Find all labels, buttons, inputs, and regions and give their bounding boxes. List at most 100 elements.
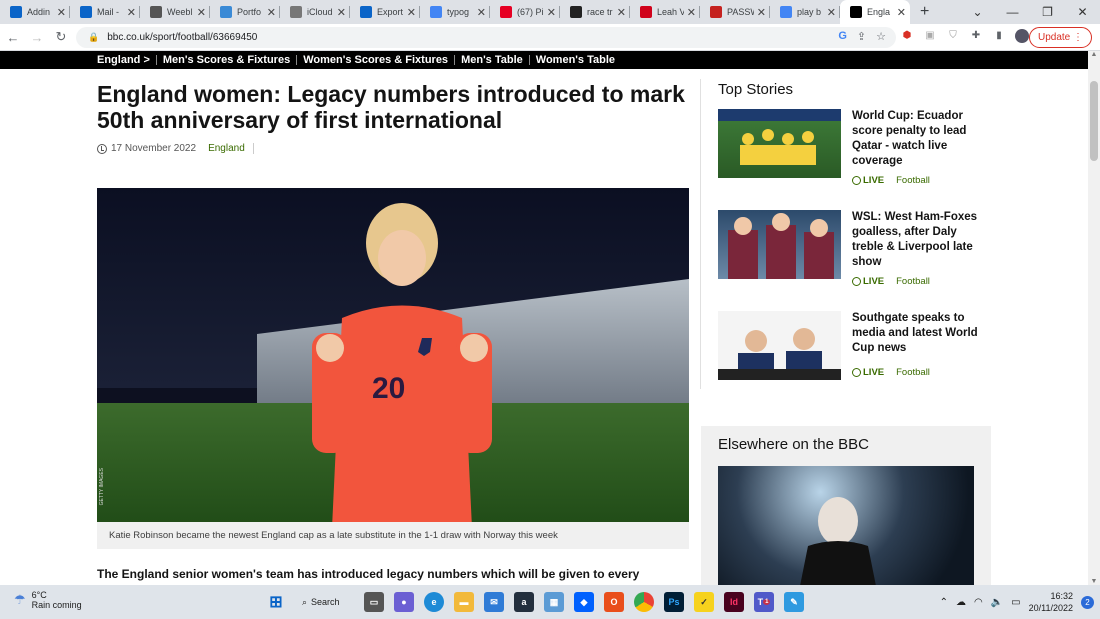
volume-icon[interactable]: 🔈 — [991, 597, 1003, 608]
tab-close-icon[interactable]: ✕ — [547, 6, 556, 19]
back-button[interactable]: ← — [2, 30, 24, 45]
tab-close-icon[interactable]: ✕ — [337, 6, 346, 19]
extension-grey-icon[interactable]: ▣ — [923, 29, 937, 43]
profile-avatar[interactable] — [1015, 29, 1029, 43]
browser-tab[interactable]: Export ✕ — [350, 0, 420, 24]
story-thumbnail[interactable] — [718, 109, 841, 178]
store-icon[interactable]: ▦ — [544, 592, 564, 612]
file-explorer-icon[interactable]: ▬ — [454, 592, 474, 612]
browser-tab[interactable]: Mail - ✕ — [70, 0, 140, 24]
start-icon[interactable]: ⊞ — [266, 592, 286, 612]
edge-icon[interactable]: e — [424, 592, 444, 612]
puzzle-extensions-icon[interactable]: ✚ — [969, 29, 983, 43]
taskbar-search[interactable]: ⌕ Search — [296, 592, 354, 612]
tab-close-icon[interactable]: ✕ — [687, 6, 696, 19]
tab-close-icon[interactable]: ✕ — [407, 6, 416, 19]
page-scrollbar[interactable]: ▲ ▼ — [1088, 51, 1100, 585]
google-lens-icon[interactable]: G — [838, 30, 847, 43]
mail-icon[interactable]: ✉ — [484, 592, 504, 612]
story-thumbnail[interactable] — [718, 311, 841, 380]
close-window-button[interactable]: ✕ — [1065, 5, 1100, 19]
temperature: 6°C — [31, 590, 47, 600]
chat-icon[interactable]: ● — [394, 592, 414, 612]
address-bar[interactable]: 🔒 bbc.co.uk/sport/football/63669450 G ⇪ … — [76, 27, 896, 48]
sport-subnav: England > Men's Scores & Fixtures Women's … — [0, 51, 1088, 69]
tab-close-icon[interactable]: ✕ — [477, 6, 486, 19]
browser-tab[interactable]: Addin ✕ — [0, 0, 70, 24]
tab-close-icon[interactable]: ✕ — [897, 6, 906, 19]
window-controls: ⌄ — ❐ ✕ — [960, 0, 1100, 24]
forward-button[interactable]: → — [26, 30, 48, 45]
article-tag-link[interactable]: England — [208, 143, 254, 154]
story-section[interactable]: Football — [896, 367, 930, 378]
shirt-number: 20 — [372, 372, 405, 405]
subnav-link[interactable]: Women's Table — [536, 54, 615, 66]
story-section[interactable]: Football — [896, 175, 930, 186]
notes-icon[interactable]: ✓ — [694, 592, 714, 612]
tab-title: Leah V — [657, 7, 684, 17]
browser-tab[interactable]: typog ✕ — [420, 0, 490, 24]
subnav-link[interactable]: Men's Scores & Fixtures — [163, 54, 290, 66]
tab-close-icon[interactable]: ✕ — [617, 6, 626, 19]
browser-tab[interactable]: Weebl ✕ — [140, 0, 210, 24]
subnav-link[interactable]: Men's Table — [461, 54, 523, 66]
tab-close-icon[interactable]: ✕ — [197, 6, 206, 19]
office-icon[interactable]: O — [604, 592, 624, 612]
browser-tab[interactable]: Leah V ✕ — [630, 0, 700, 24]
photoshop-icon[interactable]: Ps — [664, 592, 684, 612]
adblock-icon[interactable]: ⬢ — [900, 29, 914, 43]
task-view-icon[interactable]: ▭ — [364, 592, 384, 612]
browser-tab[interactable]: play b ✕ — [770, 0, 840, 24]
story-title[interactable]: WSL: West Ham-Foxes goalless, after Daly… — [852, 210, 987, 270]
side-panel-icon[interactable]: ▮ — [992, 29, 1006, 43]
paint-icon[interactable]: ✎ — [784, 592, 804, 612]
story-title[interactable]: Southgate speaks to media and latest Wor… — [852, 311, 987, 356]
story-thumbnail[interactable] — [718, 210, 841, 279]
tab-search-icon[interactable]: ⌄ — [960, 5, 995, 19]
notification-badge[interactable]: 2 — [1081, 595, 1094, 609]
elsewhere-image[interactable] — [718, 466, 974, 585]
taskbar-apps: ⊞ ⌕ Search ▭ ● e ▬ ✉ a ▦ ◆ O Ps ✓ Id T1 … — [266, 592, 804, 612]
bookmark-star-icon[interactable]: ☆ — [876, 30, 886, 43]
amazon-icon[interactable]: a — [514, 592, 534, 612]
browser-tab[interactable]: Engla ✕ — [840, 0, 910, 24]
new-tab-button[interactable]: + — [920, 3, 929, 21]
clock-widget[interactable]: 16:32 20/11/2022 — [1029, 590, 1073, 614]
battery-icon[interactable]: ▭ — [1011, 597, 1020, 608]
browser-tab[interactable]: race tr ✕ — [560, 0, 630, 24]
teams-icon[interactable]: T1 — [754, 592, 774, 612]
browser-tab[interactable]: Portfo ✕ — [210, 0, 280, 24]
browser-tab[interactable]: PASSW✕ — [700, 0, 770, 24]
minimize-button[interactable]: — — [995, 5, 1030, 19]
tab-close-icon[interactable]: ✕ — [757, 6, 766, 19]
tab-close-icon[interactable]: ✕ — [267, 6, 276, 19]
share-icon[interactable]: ⇪ — [857, 30, 866, 43]
shield-extension-icon[interactable]: ⛉ — [946, 29, 960, 43]
lock-icon[interactable]: 🔒 — [88, 32, 99, 43]
story-title[interactable]: World Cup: Ecuador score penalty to lead… — [852, 109, 987, 169]
indesign-icon[interactable]: Id — [724, 592, 744, 612]
tab-close-icon[interactable]: ✕ — [57, 6, 66, 19]
chevron-up-icon[interactable]: ⌃ — [940, 597, 948, 608]
cloud-icon[interactable]: ☁ — [956, 597, 966, 608]
wifi-icon[interactable]: ◠ — [974, 597, 983, 608]
story-item[interactable]: World Cup: Ecuador score penalty to lead… — [718, 109, 990, 199]
browser-tab[interactable]: (67) Pi ✕ — [490, 0, 560, 24]
maximize-button[interactable]: ❐ — [1030, 5, 1065, 19]
weather-widget[interactable]: ☂ 6°C Rain coming — [14, 590, 82, 610]
subnav-link[interactable]: Women's Scores & Fixtures — [303, 54, 448, 66]
reload-button[interactable]: ↻ — [50, 29, 72, 45]
subnav-link[interactable]: England > — [97, 54, 150, 66]
tab-title: Addin — [27, 7, 51, 17]
gmail-icon — [710, 6, 722, 18]
browser-tab[interactable]: iCloud ✕ — [280, 0, 350, 24]
tab-close-icon[interactable]: ✕ — [827, 6, 836, 19]
dropbox-icon[interactable]: ◆ — [574, 592, 594, 612]
update-button[interactable]: Update ⋮ — [1028, 27, 1092, 48]
chrome-icon[interactable] — [634, 592, 654, 612]
url-text[interactable]: bbc.co.uk/sport/football/63669450 — [107, 32, 257, 43]
story-section[interactable]: Football — [896, 276, 930, 287]
story-item[interactable]: Southgate speaks to media and latest Wor… — [718, 311, 990, 401]
tab-close-icon[interactable]: ✕ — [127, 6, 136, 19]
story-item[interactable]: WSL: West Ham-Foxes goalless, after Daly… — [718, 210, 990, 300]
